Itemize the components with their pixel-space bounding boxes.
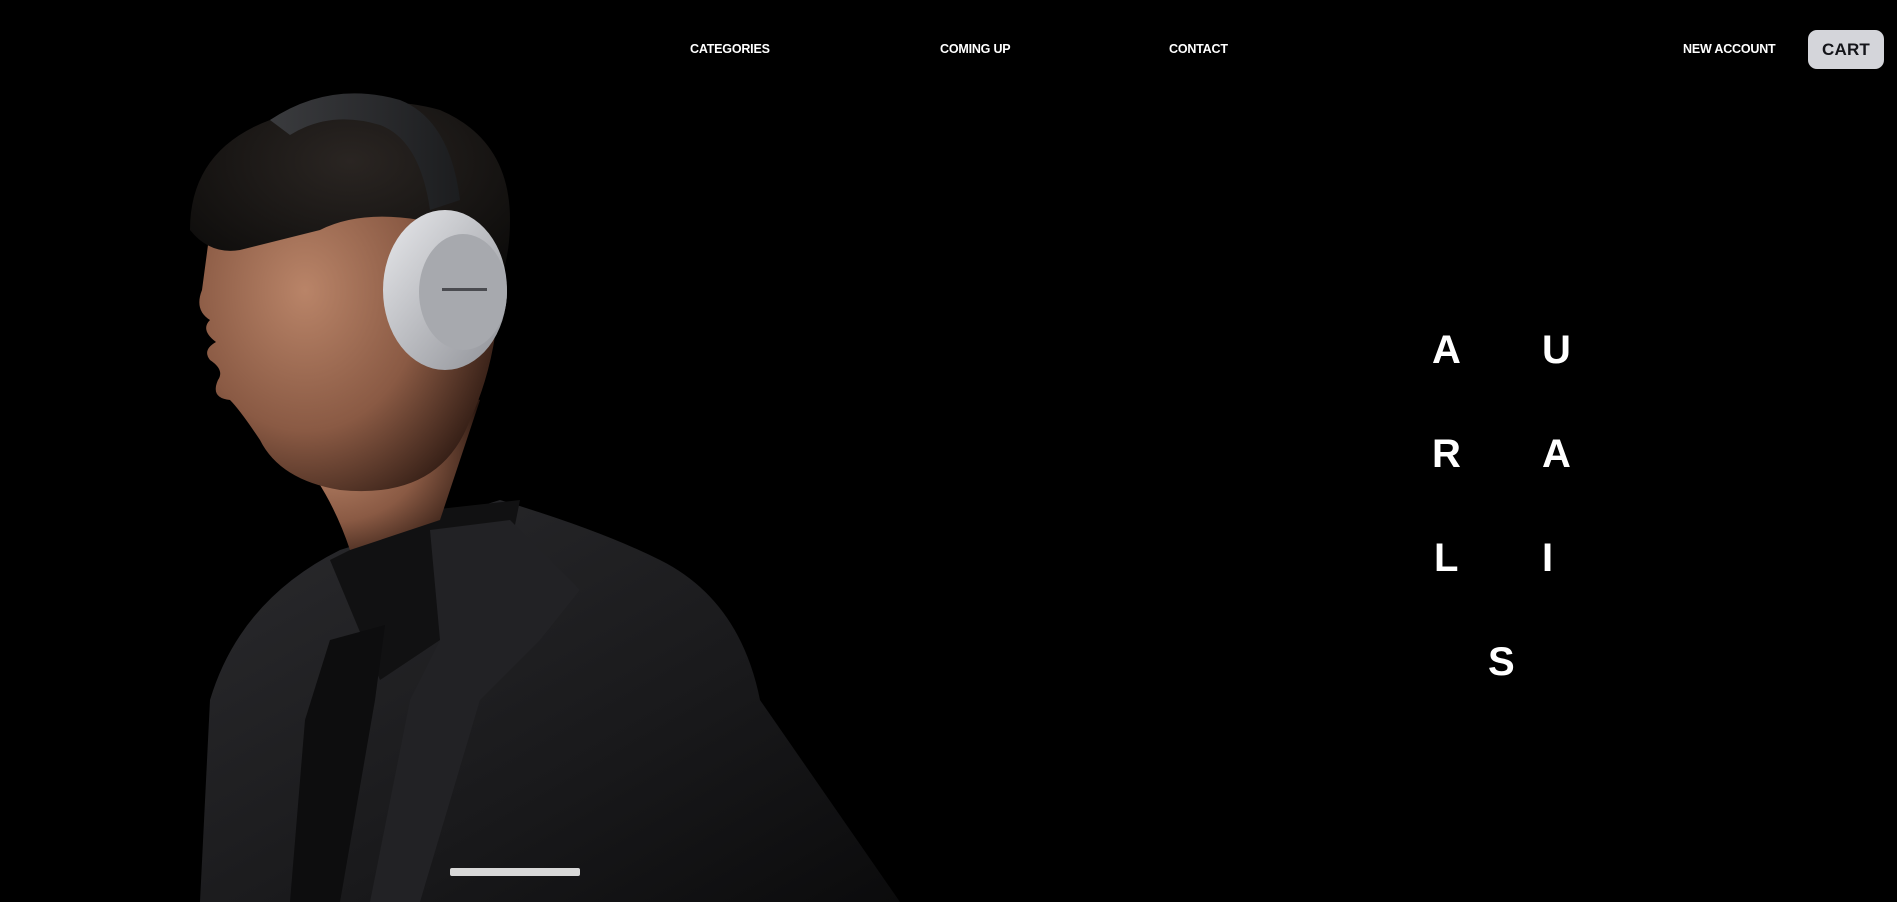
brand-letter: R: [1432, 432, 1461, 476]
landing-page: CATEGORIES COMING UP CONTACT NEW ACCOUNT…: [0, 0, 1897, 902]
nav-link-contact[interactable]: CONTACT: [1169, 42, 1228, 56]
cart-button[interactable]: CART: [1808, 30, 1884, 69]
nav-link-categories[interactable]: CATEGORIES: [690, 42, 770, 56]
pocket-square-shape: [450, 868, 580, 876]
brand-letter: S: [1488, 640, 1515, 684]
brand-letter: A: [1542, 432, 1571, 476]
ear-cup-plate: [419, 234, 507, 350]
brand-letter: L: [1434, 536, 1459, 580]
ear-cup-logo: [442, 288, 487, 291]
hero-image: [180, 80, 940, 902]
nav-link-coming-up[interactable]: COMING UP: [940, 42, 1011, 56]
brand-letter: A: [1432, 328, 1461, 372]
brand-letter: I: [1542, 536, 1554, 580]
new-account-link[interactable]: NEW ACCOUNT: [1683, 42, 1776, 56]
brand-logotype: A U R A L I S: [1420, 320, 1620, 690]
man-with-headphones-illustration: [190, 93, 900, 902]
brand-letter: U: [1542, 328, 1571, 372]
